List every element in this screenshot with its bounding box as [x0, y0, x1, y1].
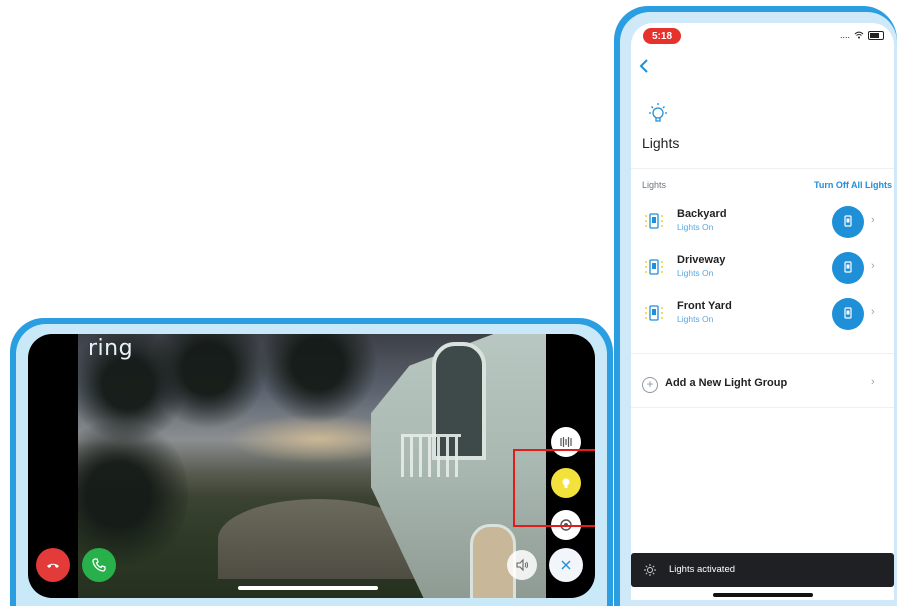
status-icons: ....: [840, 30, 884, 40]
close-button[interactable]: [549, 548, 583, 582]
signal-icon: ....: [839, 30, 850, 40]
accept-call-button[interactable]: [82, 548, 116, 582]
light-toggle-button[interactable]: [832, 252, 864, 284]
lightbulb-icon: [645, 101, 671, 127]
battery-icon: [868, 30, 884, 40]
phone-icon: [92, 558, 106, 572]
chevron-right-icon: ›: [871, 376, 875, 388]
light-group-status: Lights On: [677, 268, 714, 278]
status-bar: 5:18 ....: [631, 23, 894, 51]
floodlight-icon: [643, 256, 665, 280]
wifi-icon: [854, 31, 864, 39]
divider: [631, 353, 894, 354]
mute-button[interactable]: [507, 550, 537, 580]
chevron-right-icon: ›: [871, 214, 875, 226]
light-group-name: Driveway: [677, 254, 726, 266]
turn-off-all-lights-link[interactable]: Turn Off All Lights: [814, 180, 892, 190]
light-group-name: Backyard: [677, 208, 727, 220]
chevron-right-icon: ›: [871, 260, 875, 272]
light-group-status: Lights On: [677, 314, 714, 324]
home-indicator: [238, 586, 378, 590]
lights-app-phone: 5:18 .... Lights Lights Turn Off All Lig…: [614, 6, 897, 606]
light-group-row-driveway[interactable]: Driveway Lights On ›: [631, 248, 894, 288]
decline-call-button[interactable]: [36, 548, 70, 582]
light-device-icon: [844, 261, 852, 273]
chevron-right-icon: ›: [871, 306, 875, 318]
toast-message: Lights activated: [669, 564, 736, 575]
section-label: Lights: [642, 180, 667, 190]
divider: [631, 407, 894, 408]
light-group-name: Front Yard: [677, 300, 732, 312]
toast-notification: Lights activated: [631, 553, 894, 587]
camera-feed: [78, 334, 546, 598]
palm-tree: [258, 334, 378, 424]
floodlight-icon: [643, 210, 665, 234]
lights-app-screen: 5:18 .... Lights Lights Turn Off All Lig…: [631, 23, 894, 600]
page-title: Lights: [642, 135, 680, 151]
balcony-railing: [401, 434, 461, 477]
light-toggle-button[interactable]: [832, 206, 864, 238]
light-device-icon: [844, 307, 852, 319]
add-light-group-label: Add a New Light Group: [665, 377, 788, 389]
light-group-status: Lights On: [677, 222, 714, 232]
speaker-icon: [516, 558, 529, 572]
status-time: 5:18: [643, 28, 681, 44]
light-group-row-front-yard[interactable]: Front Yard Lights On ›: [631, 294, 894, 334]
light-group-row-backyard[interactable]: Backyard Lights On ›: [631, 202, 894, 242]
back-button[interactable]: [637, 57, 653, 75]
phone-hangup-icon: [47, 563, 59, 568]
light-button-highlight-box: [513, 449, 595, 527]
light-device-icon: [844, 215, 852, 227]
live-view-phone: ring: [10, 318, 613, 606]
close-icon: [561, 560, 571, 570]
live-view-screen: ring: [28, 334, 595, 598]
divider: [631, 168, 894, 169]
motion-waves-icon: [560, 437, 572, 447]
add-light-group-row[interactable]: + Add a New Light Group ›: [631, 370, 894, 400]
lightbulb-icon: [643, 563, 657, 577]
home-indicator: [713, 593, 813, 597]
light-toggle-button[interactable]: [832, 298, 864, 330]
chevron-left-icon: [639, 59, 648, 73]
ring-logo: ring: [88, 336, 134, 361]
plus-circle-icon: +: [642, 377, 658, 393]
floodlight-icon: [643, 302, 665, 326]
